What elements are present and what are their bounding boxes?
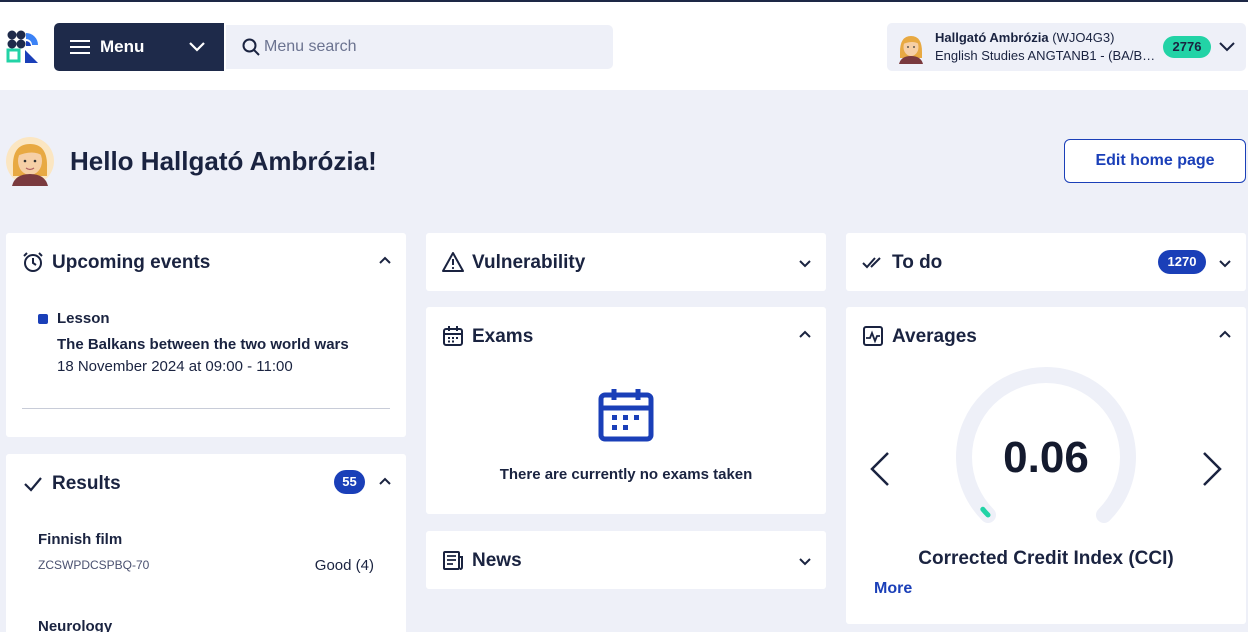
chevron-down-icon[interactable] [798, 259, 812, 269]
vulnerability-title: Vulnerability [472, 252, 586, 273]
results-count-badge: 55 [334, 470, 365, 494]
chevron-up-icon[interactable] [378, 476, 392, 486]
todo-count-badge: 1270 [1158, 250, 1206, 274]
avatar [899, 36, 923, 64]
upcoming-events-title: Upcoming events [52, 252, 211, 273]
chevron-right-icon[interactable] [1200, 451, 1224, 487]
result-code: ZCSWPDCSPBQ-70 [38, 558, 150, 572]
alarm-clock-icon [23, 252, 43, 272]
averages-title: Averages [892, 326, 977, 347]
event-type-marker [38, 314, 48, 324]
avatar [6, 137, 54, 186]
results-card: Results 55 Finnish film ZCSWPDCSPBQ-70 G… [6, 454, 406, 632]
menu-search [226, 25, 613, 69]
more-link[interactable]: More [874, 580, 912, 598]
search-icon [242, 38, 260, 56]
event-time: 18 November 2024 at 09:00 - 11:00 [57, 358, 293, 375]
chevron-down-icon [189, 42, 205, 52]
hamburger-icon [70, 40, 90, 54]
credits-badge: 2776 [1163, 36, 1211, 58]
event-title[interactable]: The Balkans between the two world wars [57, 336, 377, 353]
newspaper-icon [443, 551, 463, 570]
warning-icon [442, 252, 464, 272]
cci-value: 0.06 [1003, 433, 1089, 482]
menu-search-input[interactable] [264, 38, 594, 56]
news-title: News [472, 550, 522, 571]
result-name[interactable]: Finnish film [38, 531, 122, 548]
menu-button[interactable]: Menu [54, 23, 224, 71]
chevron-left-icon[interactable] [868, 451, 892, 487]
chevron-down-icon[interactable] [1218, 259, 1232, 269]
page-title: Hello Hallgató Ambrózia! [70, 146, 377, 176]
averages-card: Averages 0.06 Corrected Credit Index (CC… [846, 307, 1246, 624]
user-profile-menu[interactable]: Hallgató Ambrózia (WJO4G3) English Studi… [887, 23, 1246, 71]
todo-title: To do [892, 252, 943, 273]
divider [22, 408, 390, 409]
top-bar: Menu Hallgató Ambrózia (WJO4G3) English … [0, 0, 1248, 90]
user-program: English Studies ANGTANB1 - (BA/BSc/BProf… [935, 48, 1160, 63]
cci-label: Corrected Credit Index (CCI) [918, 548, 1174, 569]
check-icon [24, 477, 42, 492]
double-check-icon [862, 257, 881, 269]
menu-label: Menu [100, 37, 145, 56]
result-grade: Good (4) [314, 557, 374, 574]
result-name[interactable]: Neurology [38, 618, 112, 632]
calendar-icon [443, 326, 463, 346]
user-name: Hallgató Ambrózia (WJO4G3) [935, 30, 1115, 45]
exams-card: Exams There are currently no exams taken [426, 307, 826, 514]
chart-icon [863, 326, 883, 346]
chevron-up-icon[interactable] [798, 329, 812, 339]
chevron-down-icon [1219, 42, 1235, 52]
exams-title: Exams [472, 326, 534, 347]
chevron-up-icon[interactable] [378, 255, 392, 265]
exams-empty-message: There are currently no exams taken [499, 466, 753, 483]
chevron-down-icon[interactable] [798, 557, 812, 567]
chevron-up-icon[interactable] [1218, 329, 1232, 339]
app-logo-icon[interactable] [6, 29, 40, 65]
upcoming-events-card: Upcoming events Lesson The Balkans betwe… [6, 233, 406, 437]
results-title: Results [52, 473, 121, 494]
edit-home-page-button[interactable]: Edit home page [1064, 139, 1246, 183]
event-type: Lesson [57, 310, 110, 327]
news-card[interactable]: News [426, 531, 826, 589]
todo-card[interactable]: To do 1270 [846, 233, 1246, 291]
vulnerability-card[interactable]: Vulnerability [426, 233, 826, 291]
calendar-icon [598, 389, 654, 442]
